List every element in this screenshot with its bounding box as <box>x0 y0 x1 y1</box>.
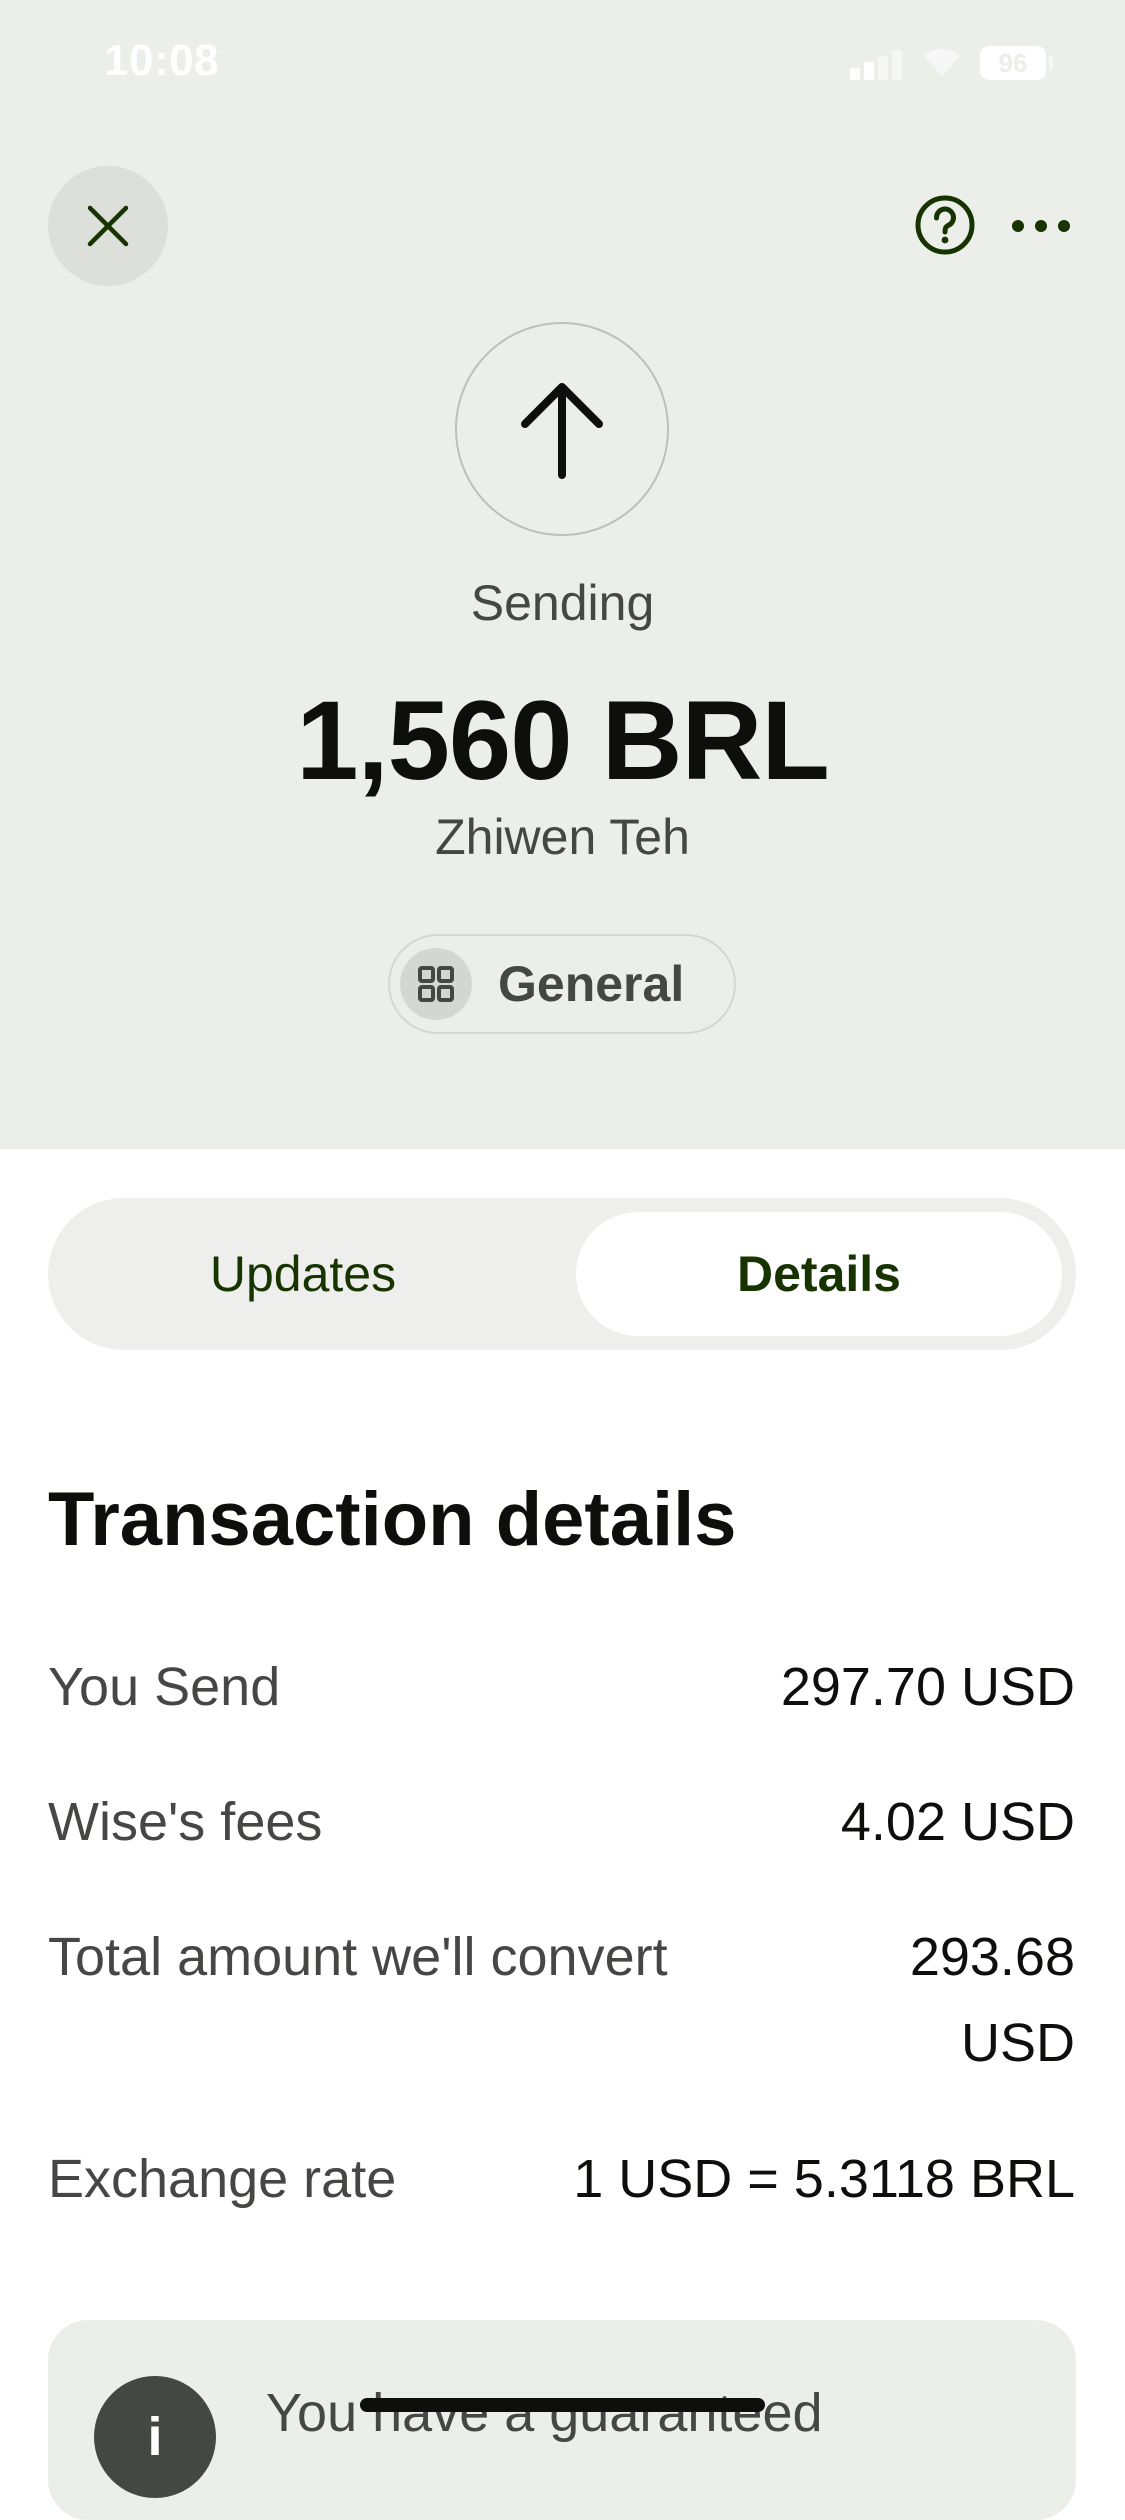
convert-amount-currency: USD <box>960 2013 1075 2073</box>
arrow-up-icon <box>521 383 603 479</box>
close-button[interactable] <box>48 166 168 286</box>
segmented-tabs: Updates Details <box>48 1198 1076 1350</box>
info-icon: i <box>94 2376 216 2498</box>
transfer-status: Sending <box>470 575 655 631</box>
home-indicator[interactable] <box>360 2398 765 2412</box>
recipient-name: Zhiwen Teh <box>435 809 690 865</box>
more-icon <box>1012 220 1070 232</box>
wifi-icon <box>920 44 964 78</box>
detail-value-exchange-rate: 1 USD = 5.3118 BRL <box>573 2149 1075 2209</box>
detail-label-you-send: You Send <box>48 1657 281 1717</box>
detail-value-you-send: 297.70 USD <box>780 1657 1075 1717</box>
detail-value-convert-amount: 293.68 USD <box>910 1914 1075 2086</box>
tab-details[interactable]: Details <box>576 1212 1062 1336</box>
guarantee-info-card[interactable]: i You have a guaranteed <box>48 2320 1076 2520</box>
battery-cap <box>1049 56 1053 70</box>
transfer-amount: 1,560 BRL <box>296 678 830 803</box>
help-icon <box>915 195 975 255</box>
tab-updates[interactable]: Updates <box>58 1212 548 1336</box>
detail-label-convert-amount: Total amount we'll convert <box>48 1927 668 1987</box>
help-button[interactable] <box>912 192 978 258</box>
cellular-signal-icon <box>850 50 904 80</box>
convert-amount-number: 293.68 <box>909 1927 1075 1987</box>
transfer-direction-badge <box>455 322 669 536</box>
grid-icon <box>400 948 472 1020</box>
battery-level: 96 <box>980 46 1046 80</box>
detail-label-fees: Wise's fees <box>48 1792 323 1852</box>
status-bar-time: 10:08 <box>104 36 220 85</box>
detail-label-exchange-rate: Exchange rate <box>48 2149 397 2209</box>
more-options-button[interactable] <box>1010 200 1072 252</box>
section-title: Transaction details <box>48 1477 737 1562</box>
guarantee-info-text: You have a guaranteed <box>266 2383 823 2443</box>
close-icon <box>87 205 129 247</box>
category-label: General <box>498 956 685 1012</box>
detail-value-fees: 4.02 USD <box>840 1792 1075 1852</box>
category-chip[interactable]: General <box>388 934 736 1034</box>
